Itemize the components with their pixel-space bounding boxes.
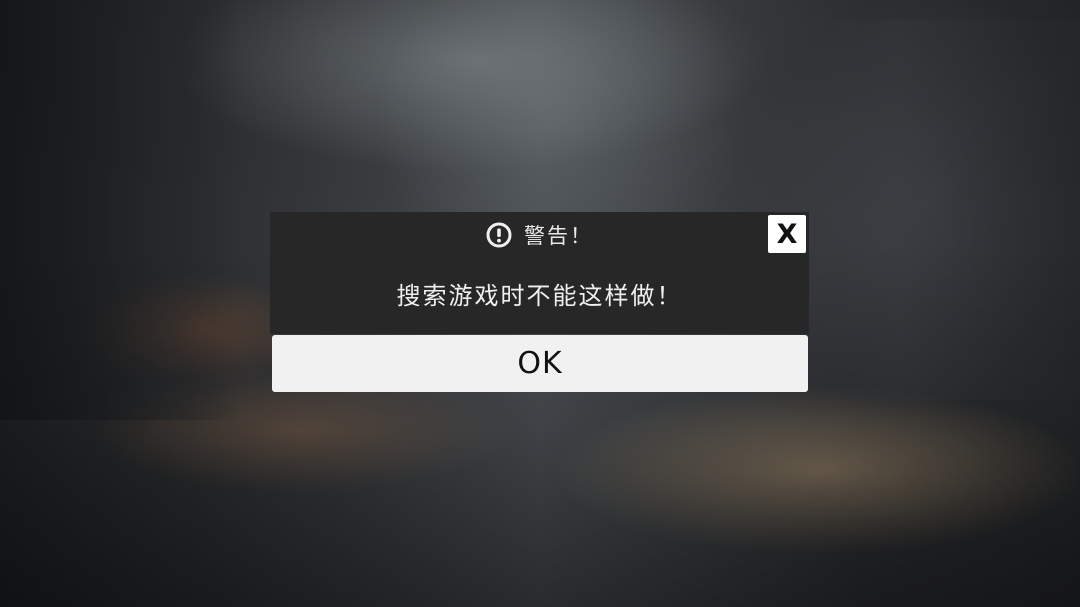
close-icon: X [776,218,798,250]
dialog-title: 警告！ [524,224,593,248]
warning-dialog: 警告！ 搜索游戏时不能这样做！ X OK [270,212,809,393]
exclamation-circle-icon [486,222,512,248]
dialog-panel: 警告！ 搜索游戏时不能这样做！ X [270,212,809,334]
ok-button[interactable]: OK [272,335,808,392]
game-screen: 警告！ 搜索游戏时不能这样做！ X OK [0,0,1080,607]
dialog-message: 搜索游戏时不能这样做！ [396,282,683,310]
close-button[interactable]: X [768,215,806,253]
dialog-header: 警告！ [270,218,809,252]
ok-button-label: OK [517,346,563,381]
